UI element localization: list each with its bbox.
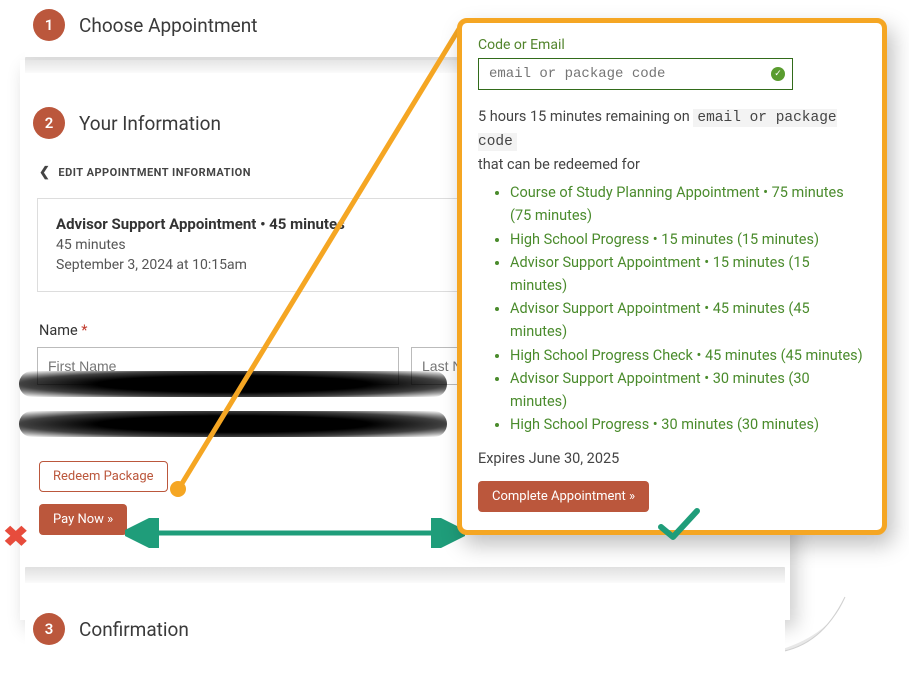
list-item: High School Progress • 30 minutes (30 mi… [510, 413, 866, 436]
check-circle-icon: ✓ [771, 67, 785, 81]
step-3-number: 3 [33, 613, 65, 645]
list-item: Course of Study Planning Appointment • 7… [510, 181, 866, 227]
redeemable-list: Course of Study Planning Appointment • 7… [498, 181, 866, 436]
code-email-label: Code or Email [478, 37, 866, 53]
remaining-text: 5 hours 15 minutes remaining on email or… [478, 106, 866, 175]
name-label-text: Name [39, 322, 78, 339]
redaction-bar-2 [19, 411, 447, 437]
pay-now-button[interactable]: Pay Now » [39, 504, 127, 535]
list-item: Advisor Support Appointment • 15 minutes… [510, 251, 866, 297]
redeem-package-button[interactable]: Redeem Package [39, 461, 168, 492]
first-name-input[interactable] [37, 347, 399, 385]
code-email-input[interactable] [478, 58, 793, 90]
step-3-header: 3 Confirmation [25, 613, 785, 661]
list-item: Advisor Support Appointment • 45 minutes… [510, 297, 866, 343]
list-item: Advisor Support Appointment • 30 minutes… [510, 367, 866, 413]
redeem-callout: Code or Email ✓ 5 hours 15 minutes remai… [457, 18, 887, 535]
step-1-title: Choose Appointment [79, 14, 257, 37]
chevron-left-icon: ❮ [39, 165, 50, 180]
complete-appointment-button[interactable]: Complete Appointment » [478, 481, 649, 512]
expires-text: Expires June 30, 2025 [478, 450, 866, 467]
step-2-title: Your Information [79, 112, 221, 135]
step-1-number: 1 [33, 9, 65, 41]
step-2-number: 2 [33, 107, 65, 139]
x-mark-icon: ✖ [3, 520, 29, 553]
remaining-prefix: 5 hours 15 minutes remaining on [478, 108, 693, 125]
step-3-title: Confirmation [79, 618, 189, 641]
code-input-wrap: ✓ [478, 58, 793, 90]
list-item: High School Progress • 15 minutes (15 mi… [510, 228, 866, 251]
list-item: High School Progress Check • 45 minutes … [510, 344, 866, 367]
check-icon [657, 505, 701, 545]
annotation-dot [170, 481, 186, 497]
edit-appointment-text: EDIT APPOINTMENT INFORMATION [58, 166, 251, 179]
remaining-suffix: that can be redeemed for [478, 156, 640, 173]
section-divider-2 [25, 567, 785, 583]
required-mark: * [78, 322, 88, 339]
